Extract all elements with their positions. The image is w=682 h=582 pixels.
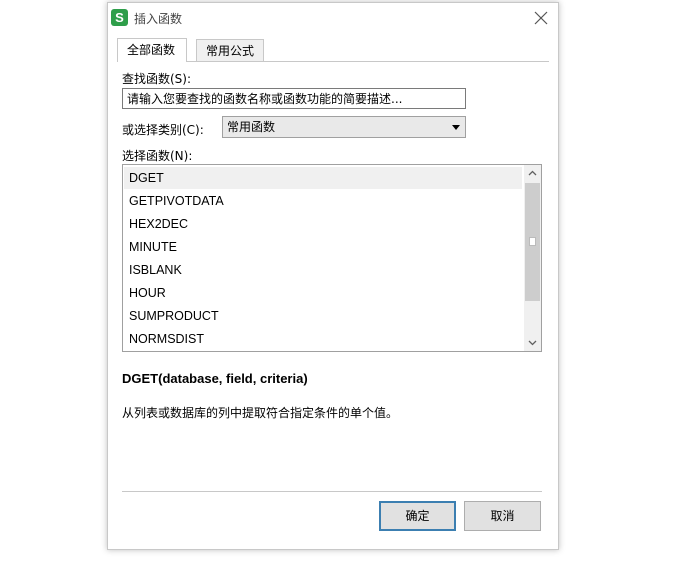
list-item[interactable]: GETPIVOTDATA xyxy=(124,190,522,212)
list-item[interactable]: NORMSDIST xyxy=(124,328,522,350)
vertical-scrollbar[interactable] xyxy=(524,165,541,351)
ok-button[interactable]: 确定 xyxy=(379,501,456,531)
cancel-button[interactable]: 取消 xyxy=(464,501,541,531)
scroll-down-button[interactable] xyxy=(524,334,541,351)
wps-sheet-app-icon: S xyxy=(111,9,128,26)
category-label: 或选择类别(C): xyxy=(122,123,204,137)
list-item[interactable]: DGET xyxy=(124,167,522,189)
tab-common-formulas[interactable]: 常用公式 xyxy=(196,39,264,61)
list-item[interactable]: SUMPRODUCT xyxy=(124,305,522,327)
chevron-down-icon xyxy=(528,340,537,346)
window-title: 插入函数 xyxy=(134,12,183,26)
footer-divider xyxy=(122,491,542,492)
dropdown-arrow-icon xyxy=(452,125,460,130)
function-list-label: 选择函数(N): xyxy=(122,149,193,163)
chevron-up-icon xyxy=(528,170,537,176)
scroll-grip-icon xyxy=(529,237,536,246)
category-selected-value: 常用函数 xyxy=(227,120,276,134)
title-bar: S 插入函数 xyxy=(108,3,558,33)
function-signature: DGET(database, field, criteria) xyxy=(122,371,308,386)
scroll-up-button[interactable] xyxy=(524,165,541,182)
tab-all-functions[interactable]: 全部函数 xyxy=(117,38,187,62)
search-input[interactable] xyxy=(122,88,466,109)
list-item[interactable]: HOUR xyxy=(124,282,522,304)
category-select[interactable]: 常用函数 xyxy=(222,116,466,138)
search-label: 查找函数(S): xyxy=(122,72,192,86)
close-icon xyxy=(534,11,548,25)
close-button[interactable] xyxy=(530,7,552,29)
function-description: 从列表或数据库的列中提取符合指定条件的单个值。 xyxy=(122,406,399,420)
scroll-thumb[interactable] xyxy=(525,183,540,301)
list-item[interactable]: MINUTE xyxy=(124,236,522,258)
function-listbox[interactable]: DGET GETPIVOTDATA HEX2DEC MINUTE ISBLANK… xyxy=(122,164,542,352)
list-item[interactable]: ISBLANK xyxy=(124,259,522,281)
list-item[interactable]: HEX2DEC xyxy=(124,213,522,235)
